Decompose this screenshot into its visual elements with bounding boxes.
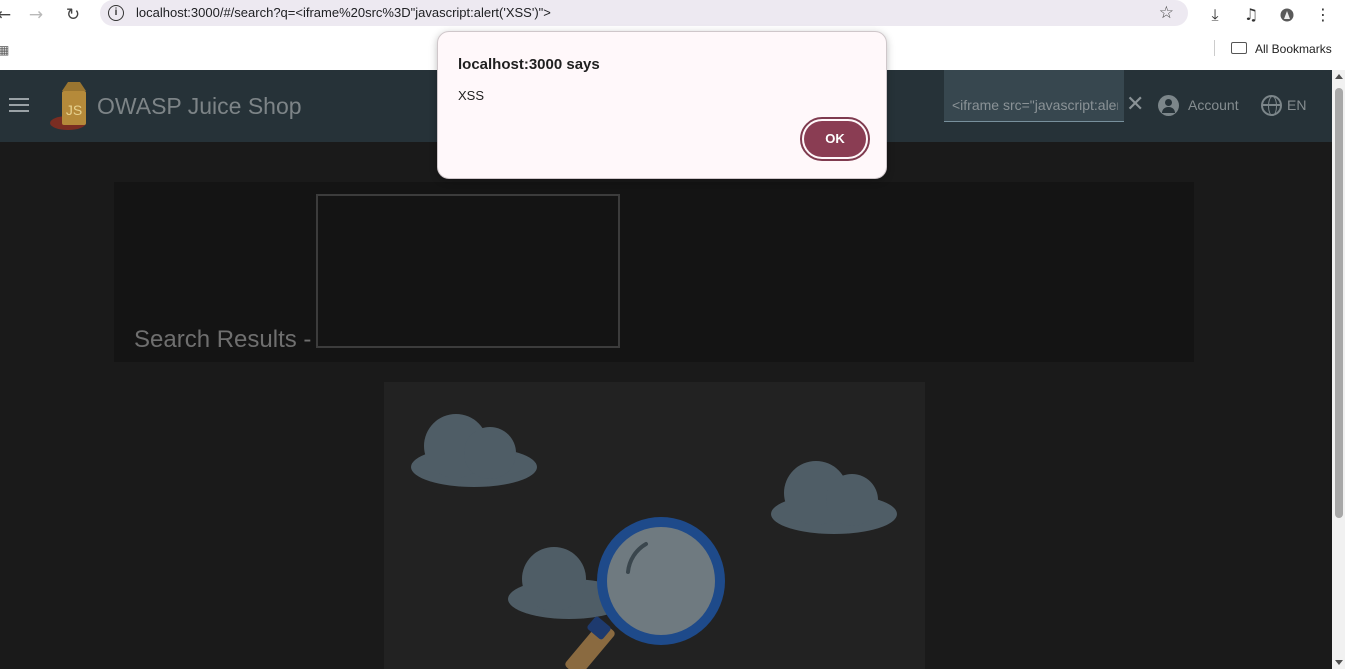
download-icon[interactable]: ⤓ [1203,3,1227,27]
account-circle-icon[interactable] [1158,95,1179,116]
media-controls-icon[interactable]: ♫ [1239,3,1263,27]
more-menu-icon[interactable]: ⋮ [1311,3,1335,27]
ok-button-label: OK [804,121,866,157]
search-input[interactable]: <iframe src="javascript:alert('XSS')"> [952,97,1118,113]
address-bar[interactable]: i localhost:3000/#/search?q=<iframe%20sr… [100,0,1188,26]
back-arrow-icon[interactable]: ← [0,3,16,27]
apps-grid-icon[interactable]: ▦ [0,43,9,57]
app-brand-title[interactable]: OWASP Juice Shop [97,93,302,120]
account-button[interactable]: Account [1188,97,1239,113]
site-info-icon[interactable]: i [108,5,124,21]
no-results-card [384,382,925,669]
profile-avatar-icon[interactable] [1275,3,1299,27]
injected-iframe [316,194,620,348]
scrollbar-thumb[interactable] [1335,88,1343,518]
no-results-illustration [411,414,897,669]
address-url[interactable]: localhost:3000/#/search?q=<iframe%20src%… [136,5,551,20]
folder-icon[interactable] [1231,42,1247,54]
alert-dialog: localhost:3000 says XSS OK [437,31,887,179]
browser-toolbar: ← → ↻ i localhost:3000/#/search?q=<ifram… [0,0,1345,30]
language-button[interactable]: EN [1287,97,1306,113]
dialog-title: localhost:3000 says [458,56,600,73]
reload-icon[interactable]: ↻ [61,3,85,27]
page-scrollbar[interactable] [1332,70,1345,669]
dialog-message: XSS [458,88,485,103]
hamburger-menu-icon[interactable] [9,98,29,112]
all-bookmarks-link[interactable]: All Bookmarks [1255,42,1332,56]
close-icon[interactable]: ✕ [1126,92,1144,117]
forward-arrow-icon[interactable]: → [24,3,48,27]
scroll-up-icon[interactable] [1335,74,1343,79]
ok-button[interactable]: OK [800,117,870,161]
bookmark-star-icon[interactable]: ☆ [1159,3,1174,23]
juice-shop-logo[interactable]: JS [48,79,96,133]
language-globe-icon[interactable] [1261,95,1282,116]
bookmarks-divider [1214,40,1215,56]
svg-text:JS: JS [66,102,82,118]
search-results-title: Search Results - [134,326,312,353]
scroll-down-icon[interactable] [1335,660,1343,665]
search-field[interactable] [944,70,1124,122]
